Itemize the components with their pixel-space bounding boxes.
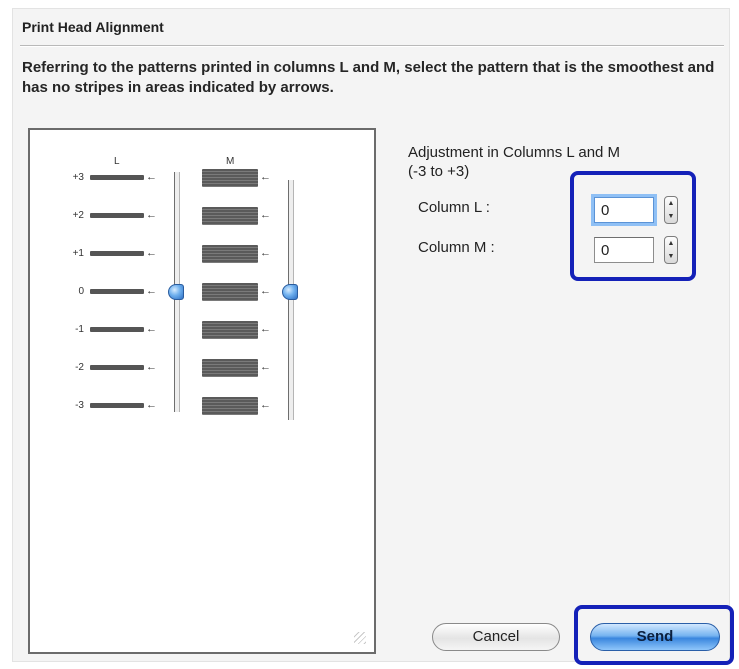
column-m-input[interactable] xyxy=(594,237,654,263)
send-button[interactable]: Send xyxy=(590,623,720,651)
pattern-row-plus2: +2 ← ← xyxy=(30,206,374,226)
pattern-l-bar xyxy=(90,175,144,180)
slider-m-thumb[interactable] xyxy=(282,284,298,300)
pattern-m-bar xyxy=(202,359,258,377)
column-m-stepper[interactable]: ▲ ▼ xyxy=(664,236,678,264)
slider-m-track[interactable] xyxy=(288,180,294,420)
arrow-left-icon: ← xyxy=(260,323,271,335)
pattern-panel: L M +3 ← ← +2 ← ← +1 ← ← 0 ← ← -1 ← ← -2 xyxy=(28,128,376,654)
pattern-l-bar xyxy=(90,289,144,294)
stepper-down-icon[interactable]: ▼ xyxy=(665,250,677,263)
column-l-stepper[interactable]: ▲ ▼ xyxy=(664,196,678,224)
arrow-left-icon: ← xyxy=(146,361,157,373)
input-highlight-box xyxy=(570,171,696,281)
pattern-m-bar xyxy=(202,283,258,301)
dialog-title: Print Head Alignment xyxy=(22,19,164,35)
pattern-l-bar xyxy=(90,327,144,332)
pattern-l-bar xyxy=(90,365,144,370)
arrow-left-icon: ← xyxy=(146,247,157,259)
pattern-row-minus3: -3 ← ← xyxy=(30,396,374,416)
pattern-row-minus1: -1 ← ← xyxy=(30,320,374,340)
column-l-input[interactable] xyxy=(594,197,654,223)
arrow-left-icon: ← xyxy=(146,209,157,221)
pattern-m-bar xyxy=(202,397,258,415)
row-label: +1 xyxy=(72,248,84,259)
arrow-left-icon: ← xyxy=(260,171,271,183)
pattern-m-bar xyxy=(202,321,258,339)
row-label: -2 xyxy=(75,362,84,373)
arrow-left-icon: ← xyxy=(260,247,271,259)
pattern-m-bar xyxy=(202,245,258,263)
arrow-left-icon: ← xyxy=(146,323,157,335)
column-l-header: L xyxy=(114,156,120,167)
title-divider xyxy=(20,45,724,47)
pattern-m-bar xyxy=(202,207,258,225)
column-m-header: M xyxy=(226,156,235,167)
pattern-l-bar xyxy=(90,403,144,408)
cancel-button[interactable]: Cancel xyxy=(432,623,560,651)
pattern-row-minus2: -2 ← ← xyxy=(30,358,374,378)
pattern-row-plus1: +1 ← ← xyxy=(30,244,374,264)
column-m-label: Column M : xyxy=(418,239,495,256)
arrow-left-icon: ← xyxy=(260,285,271,297)
adjustment-title: Adjustment in Columns L and M xyxy=(408,144,621,161)
row-label: +3 xyxy=(72,172,84,183)
arrow-left-icon: ← xyxy=(146,171,157,183)
pattern-row-plus3: +3 ← ← xyxy=(30,168,374,188)
stepper-up-icon[interactable]: ▲ xyxy=(665,197,677,210)
stepper-down-icon[interactable]: ▼ xyxy=(665,210,677,223)
arrow-left-icon: ← xyxy=(146,285,157,297)
pattern-m-bar xyxy=(202,169,258,187)
column-l-label: Column L : xyxy=(418,199,490,216)
pattern-row-zero: 0 ← ← xyxy=(30,282,374,302)
arrow-left-icon: ← xyxy=(260,399,271,411)
instruction-text: Referring to the patterns printed in col… xyxy=(22,59,715,96)
stepper-up-icon[interactable]: ▲ xyxy=(665,237,677,250)
row-label: -1 xyxy=(75,324,84,335)
pattern-l-bar xyxy=(90,213,144,218)
row-label: +2 xyxy=(72,210,84,221)
resize-grip-icon[interactable] xyxy=(354,632,366,644)
slider-l-thumb[interactable] xyxy=(168,284,184,300)
arrow-left-icon: ← xyxy=(260,209,271,221)
row-label: -3 xyxy=(75,400,84,411)
arrow-left-icon: ← xyxy=(260,361,271,373)
row-label: 0 xyxy=(78,286,84,297)
arrow-left-icon: ← xyxy=(146,399,157,411)
pattern-l-bar xyxy=(90,251,144,256)
